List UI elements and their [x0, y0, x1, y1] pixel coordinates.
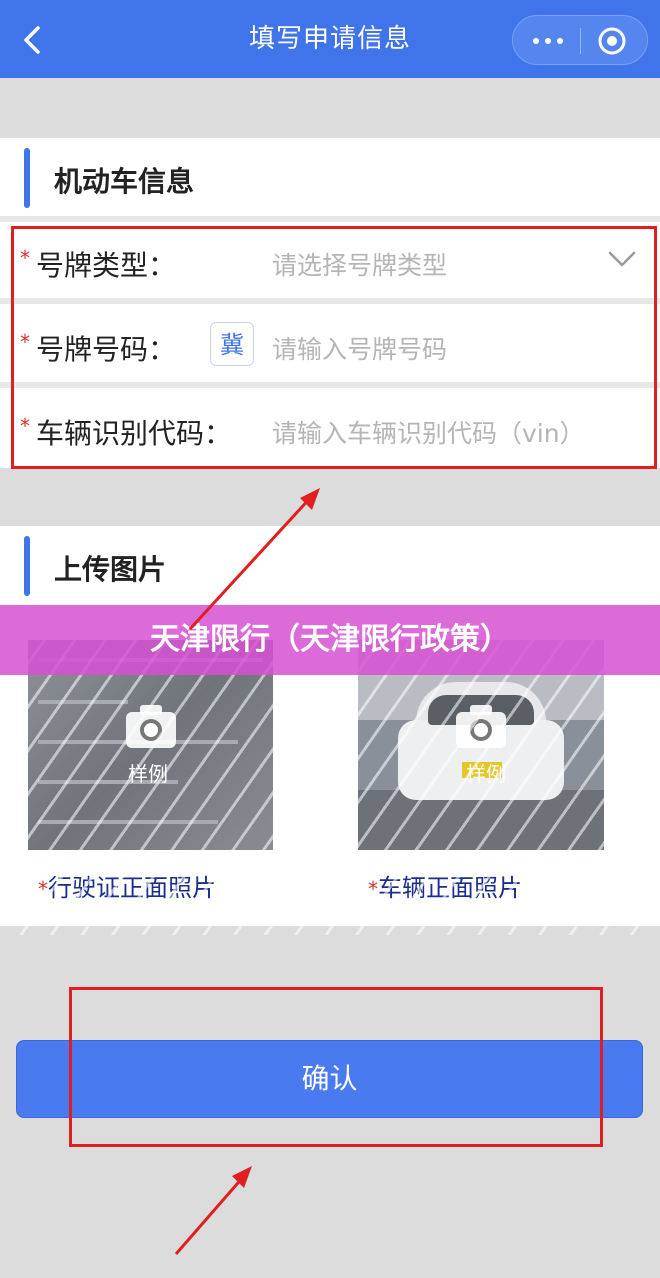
- section-accent-bar: [24, 536, 30, 596]
- sample-label: 样例: [466, 762, 506, 786]
- highlight-box-confirm: [69, 987, 603, 1147]
- license-photo-label: *行驶证正面照片: [38, 868, 216, 903]
- target-circle-icon[interactable]: [597, 26, 627, 56]
- section-title-upload: 上传图片: [54, 553, 167, 586]
- annotation-arrow: [188, 488, 320, 631]
- required-mark: *: [38, 877, 48, 901]
- overlay-banner-text: 天津限行（天津限行政策）: [150, 622, 510, 657]
- car-photo-label: *车辆正面照片: [368, 868, 522, 903]
- car-photo-label-text: 车辆正面照片: [378, 874, 522, 902]
- doc-line: [38, 700, 128, 704]
- annotation-arrow: [174, 1166, 252, 1255]
- sample-label: 样例: [128, 762, 168, 786]
- doc-line: [38, 820, 218, 824]
- section-accent-bar: [24, 148, 30, 208]
- more-dots-icon[interactable]: [533, 38, 563, 44]
- section-title-vehicle: 机动车信息: [54, 165, 195, 198]
- required-mark: *: [368, 877, 378, 901]
- mini-program-capsule: [512, 15, 648, 65]
- capsule-divider: [580, 28, 581, 54]
- license-photo-label-text: 行驶证正面照片: [48, 874, 216, 902]
- highlight-box-form: [11, 226, 657, 469]
- camera-icon: [456, 705, 506, 748]
- camera-icon: [126, 705, 176, 748]
